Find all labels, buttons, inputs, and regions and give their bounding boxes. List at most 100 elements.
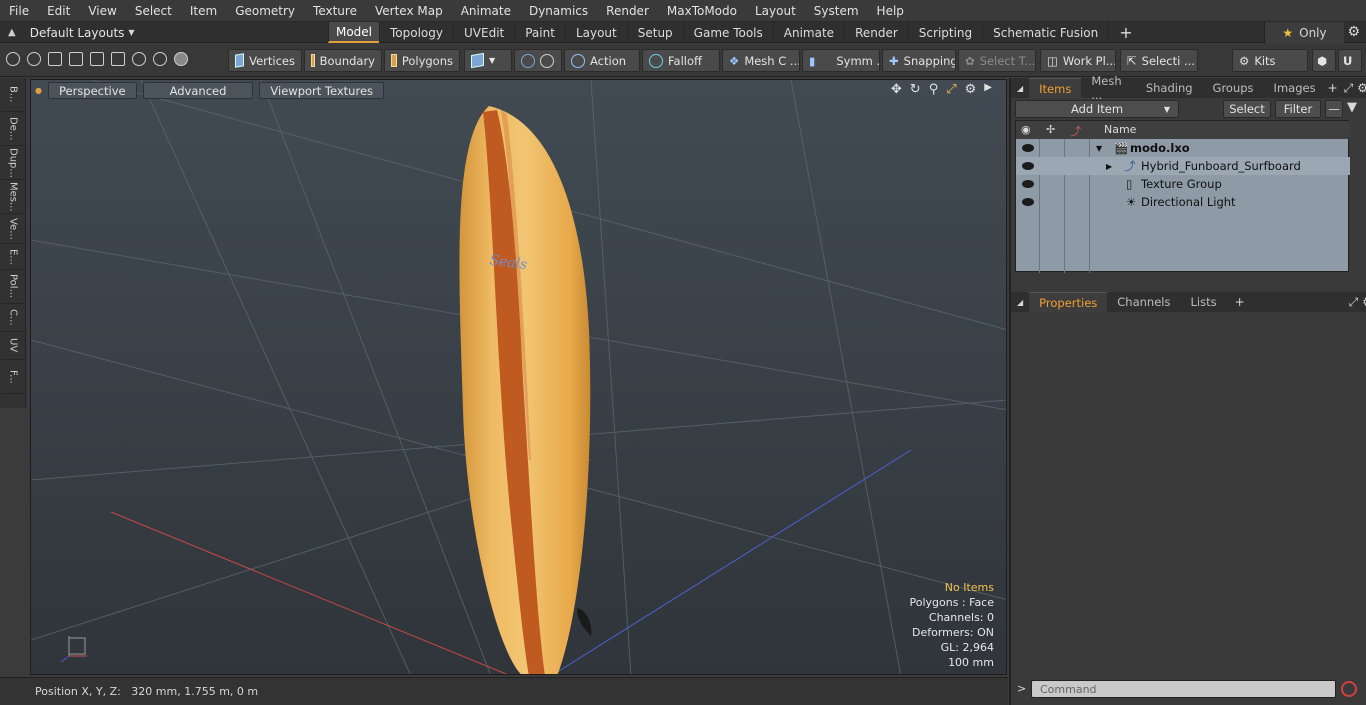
align-icon[interactable] [90,52,104,66]
tab-properties[interactable]: Properties [1029,292,1108,312]
eye-icon[interactable] [1022,198,1034,206]
list-item[interactable]: ▼ 🎬 modo.lxo [1016,139,1350,157]
fit-icon[interactable]: ⤢ [946,82,956,97]
viewport-textures-dropdown[interactable]: Viewport Textures [259,82,385,99]
left-tab-curve[interactable]: C... [2,304,24,332]
zoom-icon[interactable]: ⚲ [929,82,939,97]
maximize-icon[interactable]: ⤢ [1349,295,1359,310]
eye-icon[interactable] [1022,144,1034,152]
collapse-arrow-icon[interactable]: ▲ [8,27,16,38]
panel-menu-icon[interactable]: ◢ [1011,84,1029,93]
polygons-button[interactable]: Polygons [384,49,460,72]
menu-animate[interactable]: Animate [452,4,520,18]
menu-edit[interactable]: Edit [38,4,79,18]
tab-shading[interactable]: Shading [1136,78,1203,98]
3d-viewport[interactable]: Seals ● Perspective Advanced Viewport Te… [30,79,1007,675]
menu-dynamics[interactable]: Dynamics [520,4,597,18]
tab-mesh[interactable]: Mesh ... [1081,74,1135,102]
menu-layout[interactable]: Layout [746,4,805,18]
add-tab-button[interactable]: + [1108,22,1142,43]
panel-menu-icon[interactable]: ◢ [1011,298,1029,307]
circle-select-icon[interactable] [6,52,20,66]
material-mode-button[interactable]: ▼ [464,49,512,72]
target-icon[interactable] [132,52,146,66]
pan-icon[interactable]: ✥ [891,82,902,97]
list-item[interactable]: ☀ Directional Light [1016,193,1350,211]
left-tab-uv[interactable]: UV [2,332,24,360]
tab-images[interactable]: Images [1264,78,1326,98]
add-panel-tab-icon[interactable]: + [1328,81,1338,95]
tab-lists[interactable]: Lists [1181,292,1227,312]
menu-item[interactable]: Item [181,4,226,18]
tab-animate[interactable]: Animate [772,22,844,43]
menu-texture[interactable]: Texture [304,4,366,18]
clock-icon[interactable] [153,52,167,66]
menu-select[interactable]: Select [126,4,181,18]
kits-button[interactable]: ⚙ Kits [1232,49,1308,72]
tab-scripting[interactable]: Scripting [907,22,982,43]
advanced-dropdown[interactable]: Advanced [142,82,254,99]
filter-button[interactable]: Filter [1275,100,1321,118]
pen-icon[interactable] [48,52,62,66]
boundary-button[interactable]: Boundary [304,49,382,72]
grid-icon[interactable] [111,52,125,66]
maximize-icon[interactable]: ⤢ [1344,81,1354,96]
left-tab-polygon[interactable]: Pol... [2,270,24,304]
funnel-icon[interactable]: ▼ [1347,100,1357,115]
layout-selector[interactable]: ▲ Default Layouts ▼ [0,22,135,43]
brush-icon[interactable] [69,52,83,66]
tab-items[interactable]: Items [1029,78,1082,98]
falloff-button[interactable]: Falloff [642,49,720,72]
eye-icon[interactable] [1022,162,1034,170]
only-toggle[interactable]: ★ Only [1264,22,1344,43]
tab-paint[interactable]: Paint [514,22,565,43]
command-input[interactable]: Command [1031,680,1336,698]
select-through-button[interactable]: ✿ Select T... [958,49,1036,72]
menu-view[interactable]: View [79,4,125,18]
left-tab-basic[interactable]: B... [2,78,24,112]
tab-topology[interactable]: Topology [379,22,453,43]
tab-layout[interactable]: Layout [564,22,627,43]
tab-render[interactable]: Render [844,22,908,43]
snapping-button[interactable]: ✚ Snapping [882,49,956,72]
add-panel-tab-icon[interactable]: + [1235,295,1245,309]
work-plane-button[interactable]: ◫ Work Pl... [1040,49,1116,72]
rotate-icon[interactable]: ↻ [910,82,921,97]
tab-uvedit[interactable]: UVEdit [453,22,514,43]
left-tab-mesh-edit[interactable]: Mes... [2,180,24,214]
left-tab-duplicate[interactable]: Dup... [2,146,24,180]
menu-system[interactable]: System [805,4,868,18]
selection-sets-button[interactable]: ⇱ Selecti ... [1120,49,1198,72]
expand-arrow-icon[interactable]: ▶ [984,82,992,97]
tab-setup[interactable]: Setup [626,22,683,43]
action-button[interactable]: Action [564,49,640,72]
menu-vertex-map[interactable]: Vertex Map [366,4,452,18]
panel-gear-icon[interactable]: ⚙ [1357,81,1366,95]
tab-schematic-fusion[interactable]: Schematic Fusion [982,22,1108,43]
gear-icon[interactable]: ⚙ [1347,24,1360,40]
select-button[interactable]: Select [1223,100,1271,118]
menu-help[interactable]: Help [868,4,913,18]
unity-button[interactable]: ⬢ [1312,49,1336,72]
tab-groups[interactable]: Groups [1203,78,1264,98]
shield-icon[interactable] [174,52,188,66]
unreal-button[interactable]: U [1338,49,1362,72]
symmetry-button[interactable]: ▮ Symm ... [802,49,880,72]
tab-game-tools[interactable]: Game Tools [682,22,773,43]
menu-maxtomodo[interactable]: MaxToModo [658,4,746,18]
tab-channels[interactable]: Channels [1107,292,1180,312]
left-tab-deform[interactable]: De... [2,112,24,146]
globe-icon[interactable] [27,52,41,66]
viewport-gear-icon[interactable]: ⚙ [965,82,977,97]
perspective-dropdown[interactable]: Perspective [47,82,137,99]
tab-model[interactable]: Model [328,22,379,43]
list-item[interactable]: ▶ ⤴ Hybrid_Funboard_Surfboard [1016,157,1350,175]
menu-file[interactable]: File [0,4,38,18]
left-tab-edge[interactable]: E... [2,244,24,270]
menu-geometry[interactable]: Geometry [226,4,304,18]
eye-icon[interactable] [1022,180,1034,188]
add-item-button[interactable]: Add Item ▼ [1015,100,1179,118]
surfboard-model[interactable]: Seals [459,106,592,675]
menu-render[interactable]: Render [597,4,658,18]
panel-gear-icon[interactable]: ⚙ [1362,295,1366,309]
